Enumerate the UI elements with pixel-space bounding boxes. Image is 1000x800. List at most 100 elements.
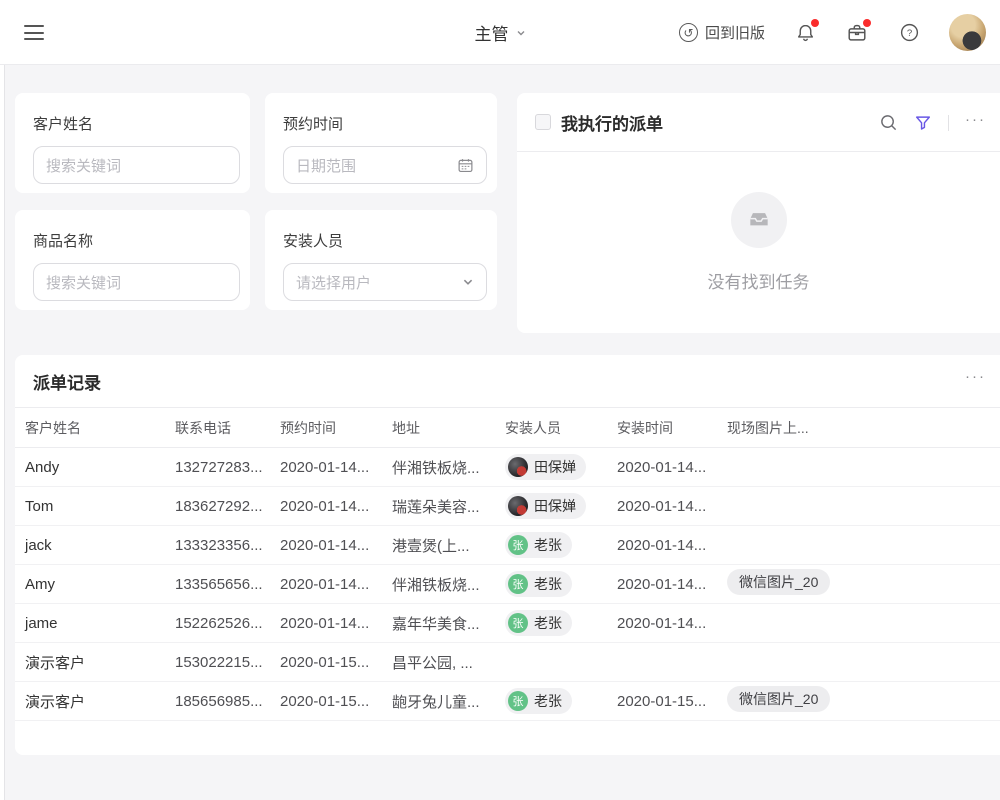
- installer-name: 老张: [534, 535, 562, 555]
- cell-appointment-time: 2020-01-15...: [270, 643, 382, 682]
- installer-select[interactable]: 请选择用户: [283, 263, 487, 301]
- cell-address: 嘉年华美食...: [382, 604, 495, 643]
- product-name-input[interactable]: 搜索关键词: [33, 263, 240, 301]
- installer-name: 老张: [534, 691, 562, 711]
- records-title: 派单记录: [33, 369, 101, 394]
- table-row[interactable]: 演示客户 185656985... 2020-01-15... 龅牙兔儿童...…: [15, 682, 1000, 721]
- installer-avatar: 张: [508, 574, 528, 594]
- table-row[interactable]: jack 133323356... 2020-01-14... 港壹煲(上...…: [15, 526, 1000, 565]
- cell-customer-name: 演示客户: [15, 682, 165, 721]
- notification-badge: [811, 19, 819, 27]
- input-placeholder: 日期范围: [296, 155, 457, 176]
- notifications-button[interactable]: [793, 21, 817, 45]
- cell-photo: [717, 643, 1000, 682]
- table-row[interactable]: Andy 132727283... 2020-01-14... 伴湘铁板烧...…: [15, 448, 1000, 487]
- column-header[interactable]: 联系电话: [165, 408, 270, 448]
- help-button[interactable]: ?: [897, 21, 921, 45]
- cell-appointment-time: 2020-01-14...: [270, 526, 382, 565]
- back-to-old-button[interactable]: ↺ 回到旧版: [679, 22, 765, 43]
- cell-phone: 133565656...: [165, 565, 270, 604]
- cell-customer-name: Tom: [15, 487, 165, 526]
- collapsed-sidebar-edge: [0, 65, 5, 800]
- empty-circle: [731, 192, 787, 248]
- filter-icon[interactable]: [914, 114, 932, 132]
- table-row[interactable]: 演示客户 153022215... 2020-01-15... 昌平公园, ..…: [15, 643, 1000, 682]
- installer-name: 田保婵: [534, 457, 576, 477]
- svg-text:?: ?: [906, 28, 911, 39]
- search-icon[interactable]: [879, 113, 898, 132]
- cell-installer: 张 老张: [495, 604, 607, 643]
- filter-card-customer-name: 客户姓名 搜索关键词: [15, 93, 250, 193]
- input-placeholder: 搜索关键词: [46, 155, 227, 176]
- table-row[interactable]: Amy 133565656... 2020-01-14... 伴湘铁板烧... …: [15, 565, 1000, 604]
- installer-avatar: 张: [508, 613, 528, 633]
- installer-name: 田保婵: [534, 496, 576, 516]
- column-header[interactable]: 地址: [382, 408, 495, 448]
- filter-label: 商品名称: [33, 230, 240, 251]
- input-placeholder: 搜索关键词: [46, 272, 227, 293]
- cell-install-time: 2020-01-14...: [607, 604, 717, 643]
- cell-install-time: 2020-01-14...: [607, 487, 717, 526]
- records-more-button[interactable]: ···: [965, 369, 986, 390]
- cell-installer: 田保婵: [495, 448, 607, 487]
- column-header[interactable]: 安装时间: [607, 408, 717, 448]
- cell-appointment-time: 2020-01-14...: [270, 448, 382, 487]
- more-button[interactable]: ···: [965, 112, 986, 133]
- cell-installer: [495, 643, 607, 682]
- records-table: 客户姓名 联系电话 预约时间 地址 安装人员 安装时间 现场图片上... And…: [15, 407, 1000, 721]
- user-avatar[interactable]: [949, 14, 986, 51]
- cell-photo: [717, 448, 1000, 487]
- filter-card-product-name: 商品名称 搜索关键词: [15, 210, 250, 310]
- menu-icon[interactable]: [24, 25, 44, 40]
- table-row[interactable]: jame 152262526... 2020-01-14... 嘉年华美食...…: [15, 604, 1000, 643]
- filter-card-appointment-time: 预约时间 日期范围: [265, 93, 497, 193]
- photo-pill: 微信图片_20: [727, 569, 830, 595]
- column-header[interactable]: 现场图片上...: [717, 408, 1000, 448]
- cell-address: 港壹煲(上...: [382, 526, 495, 565]
- role-switcher[interactable]: 主管: [475, 20, 526, 45]
- filter-card-installer: 安装人员 请选择用户: [265, 210, 497, 310]
- cell-address: 伴湘铁板烧...: [382, 448, 495, 487]
- cell-phone: 132727283...: [165, 448, 270, 487]
- workbench-badge: [863, 19, 871, 27]
- cell-address: 伴湘铁板烧...: [382, 565, 495, 604]
- empty-text: 没有找到任务: [708, 268, 810, 293]
- select-placeholder: 请选择用户: [296, 272, 462, 293]
- cell-photo: 微信图片_20: [717, 682, 1000, 721]
- select-all-checkbox[interactable]: [535, 114, 551, 130]
- filter-label: 安装人员: [283, 230, 487, 251]
- cell-customer-name: 演示客户: [15, 643, 165, 682]
- column-header[interactable]: 安装人员: [495, 408, 607, 448]
- chevron-down-icon: [462, 276, 474, 288]
- customer-name-input[interactable]: 搜索关键词: [33, 146, 240, 184]
- cell-photo: [717, 526, 1000, 565]
- installer-avatar: [508, 457, 528, 477]
- installer-chip: 张 老张: [505, 610, 572, 636]
- table-body: Andy 132727283... 2020-01-14... 伴湘铁板烧...…: [15, 448, 1000, 721]
- cell-address: 龅牙兔儿童...: [382, 682, 495, 721]
- cell-phone: 153022215...: [165, 643, 270, 682]
- empty-state: 没有找到任务: [517, 152, 1000, 333]
- cell-install-time: 2020-01-14...: [607, 565, 717, 604]
- table-row[interactable]: Tom 183627292... 2020-01-14... 瑞莲朵美容... …: [15, 487, 1000, 526]
- cell-installer: 张 老张: [495, 565, 607, 604]
- cell-photo: 微信图片_20: [717, 565, 1000, 604]
- installer-chip: 张 老张: [505, 532, 572, 558]
- cell-installer: 田保婵: [495, 487, 607, 526]
- cell-customer-name: Andy: [15, 448, 165, 487]
- photo-pill: 微信图片_20: [727, 686, 830, 712]
- column-header[interactable]: 客户姓名: [15, 408, 165, 448]
- cell-address: 昌平公园, ...: [382, 643, 495, 682]
- installer-chip: 张 老张: [505, 571, 572, 597]
- cell-photo: [717, 487, 1000, 526]
- cell-address: 瑞莲朵美容...: [382, 487, 495, 526]
- cell-phone: 133323356...: [165, 526, 270, 565]
- back-to-old-label: 回到旧版: [705, 22, 765, 43]
- installer-name: 老张: [534, 574, 562, 594]
- date-range-input[interactable]: 日期范围: [283, 146, 487, 184]
- column-header[interactable]: 预约时间: [270, 408, 382, 448]
- cell-photo: [717, 604, 1000, 643]
- installer-name: 老张: [534, 613, 562, 633]
- page-title: 主管: [475, 20, 509, 45]
- workbench-button[interactable]: [845, 21, 869, 45]
